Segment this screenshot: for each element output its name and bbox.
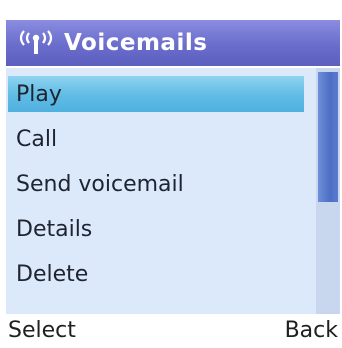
page-title: Voicemails — [64, 30, 208, 56]
menu-item-call[interactable]: Call — [6, 121, 312, 157]
back-softkey[interactable]: Back — [285, 318, 338, 343]
menu-item-send-voicemail[interactable]: Send voicemail — [6, 166, 312, 202]
scroll-thumb[interactable] — [318, 72, 338, 202]
menu-list: Play Call Send voicemail Details Delete — [6, 76, 312, 301]
menu-item-details[interactable]: Details — [6, 211, 312, 247]
softkey-bar: Select Back — [0, 318, 342, 348]
menu-item-play[interactable]: Play — [8, 76, 304, 112]
phone-screen: Voicemails Play Call Send voicemail Deta… — [0, 0, 342, 348]
scrollbar[interactable] — [316, 68, 340, 314]
options-menu: Play Call Send voicemail Details Delete — [6, 68, 340, 314]
menu-item-delete[interactable]: Delete — [6, 256, 312, 292]
title-bar: Voicemails — [6, 20, 340, 66]
antenna-signal-icon — [16, 28, 56, 58]
select-softkey[interactable]: Select — [8, 318, 76, 343]
